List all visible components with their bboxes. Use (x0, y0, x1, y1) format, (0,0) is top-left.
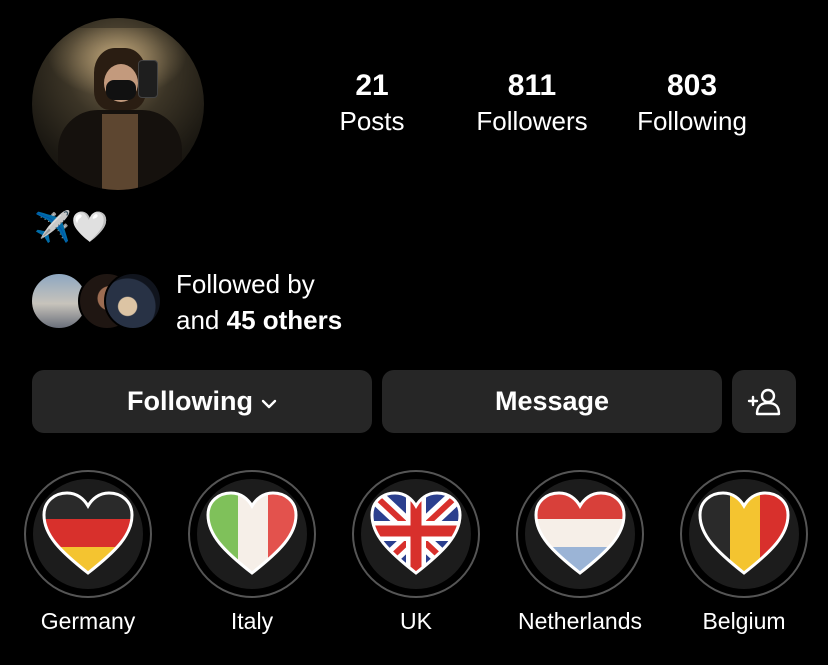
following-stat[interactable]: 803 Following (622, 68, 762, 138)
highlight-italy[interactable]: Italy (188, 470, 316, 636)
followed-by-line1: Followed by (176, 269, 315, 299)
person-add-icon (747, 388, 781, 415)
highlight-label: Italy (230, 608, 274, 634)
heart-flag-uk-icon (370, 491, 462, 575)
heart-flag-germany-icon (42, 491, 134, 575)
chevron-down-icon (261, 399, 277, 408)
following-button[interactable]: Following (32, 370, 372, 433)
followed-by-line2: and 45 others (176, 305, 343, 335)
highlight-label: Germany (40, 608, 136, 634)
bio-text: ✈️🤍 (34, 210, 109, 245)
highlight-belgium[interactable]: Belgium (680, 470, 808, 636)
followers-stat[interactable]: 811 Followers (462, 68, 602, 138)
posts-count: 21 (355, 69, 389, 102)
message-button[interactable]: Message (382, 370, 722, 433)
following-count: 803 (666, 69, 718, 102)
highlight-germany[interactable]: Germany (24, 470, 152, 636)
highlight-netherlands[interactable]: Netherlands (516, 470, 644, 636)
heart-flag-netherlands-icon (534, 491, 626, 575)
followers-label: Followers (476, 106, 588, 136)
highlight-label: UK (400, 608, 432, 634)
followed-by-text[interactable]: Followed by and 45 others (176, 266, 342, 338)
following-label: Following (637, 106, 747, 136)
heart-flag-belgium-icon (698, 491, 790, 575)
follower-avatar[interactable] (104, 272, 162, 330)
followers-count: 811 (507, 69, 557, 102)
followed-by-count: 45 others (226, 305, 343, 335)
message-button-label: Message (494, 386, 610, 416)
posts-stat[interactable]: 21 Posts (322, 68, 422, 138)
highlight-label: Belgium (702, 608, 786, 634)
posts-label: Posts (339, 106, 405, 136)
following-button-label: Following (127, 386, 253, 416)
highlight-label: Netherlands (517, 608, 643, 634)
heart-flag-italy-icon (206, 491, 298, 575)
profile-avatar[interactable] (32, 18, 204, 190)
highlight-uk[interactable]: UK (352, 470, 480, 636)
suggest-people-button[interactable] (732, 370, 796, 433)
